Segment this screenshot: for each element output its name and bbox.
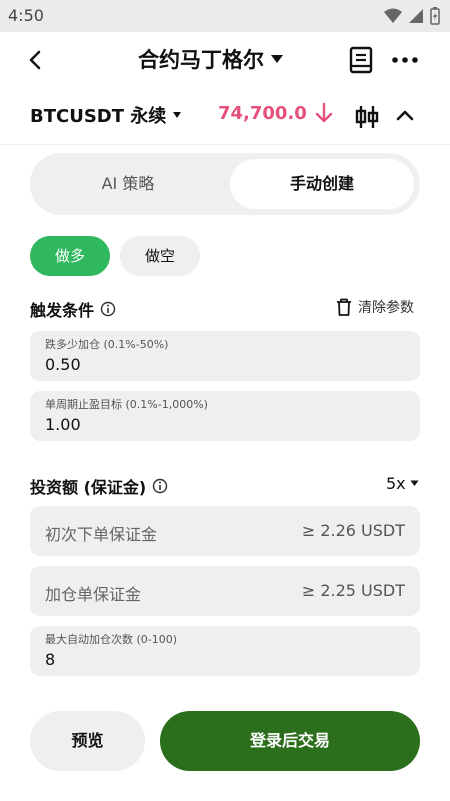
max-adds-label: 最大自动加仓次数 (0-100): [45, 633, 178, 646]
take-profit-value: 1.00: [45, 415, 81, 434]
initial-margin-field[interactable]: 初次下单保证金 ≥ 2.26 USDT: [30, 506, 420, 556]
back-button[interactable]: [22, 46, 50, 74]
preview-button[interactable]: 预览: [30, 711, 145, 771]
take-profit-label: 单周期止盈目标 (0.1%-1,000%): [45, 398, 208, 411]
drop-percent-field[interactable]: 跌多少加仓 (0.1%-50%) 0.50: [30, 331, 420, 381]
caret-down-icon: [173, 112, 182, 118]
status-icons: [384, 7, 440, 25]
strategy-selector[interactable]: 合约马丁格尔: [138, 44, 284, 74]
add-margin-field[interactable]: 加仓单保证金 ≥ 2.25 USDT: [30, 566, 420, 616]
investment-title: 投资额 (保证金): [30, 478, 147, 497]
price-value: 74,700.0: [218, 102, 307, 124]
collapse-button[interactable]: [394, 104, 416, 130]
chart-button[interactable]: [354, 104, 380, 134]
more-button[interactable]: [390, 46, 420, 78]
candlestick-icon: [355, 106, 379, 128]
divider: [0, 144, 450, 145]
status-bar: 4:50: [0, 0, 450, 32]
leverage-value: 5x: [386, 474, 406, 493]
mode-toggle: AI 策略 手动创建: [30, 153, 420, 215]
leverage-selector[interactable]: 5x: [386, 474, 419, 493]
header: 合约马丁格尔: [0, 32, 450, 88]
document-icon: [349, 46, 373, 74]
trash-icon: [337, 298, 351, 316]
info-icon[interactable]: [100, 301, 116, 317]
add-margin-hint: ≥ 2.25 USDT: [301, 581, 405, 600]
wifi-icon: [384, 8, 402, 23]
short-button[interactable]: 做空: [120, 236, 200, 276]
take-profit-field[interactable]: 单周期止盈目标 (0.1%-1,000%) 1.00: [30, 391, 420, 441]
tab-manual-create[interactable]: 手动创建: [230, 159, 414, 209]
arrow-down-icon: [315, 102, 333, 123]
pair-selector[interactable]: BTCUSDT 永续: [30, 102, 182, 128]
clear-params-label: 清除参数: [358, 300, 414, 316]
more-icon: [392, 57, 418, 63]
chevron-up-icon: [396, 110, 414, 121]
caret-down-icon: [410, 480, 419, 486]
max-adds-field[interactable]: 最大自动加仓次数 (0-100) 8: [30, 626, 420, 676]
price-display: 74,700.0: [218, 102, 333, 124]
trigger-section-title: 触发条件: [30, 297, 116, 321]
tab-ai-strategy[interactable]: AI 策略: [36, 159, 220, 209]
investment-section-title: 投资额 (保证金): [30, 474, 168, 498]
initial-margin-placeholder: 初次下单保证金: [45, 525, 158, 544]
drop-percent-value: 0.50: [45, 355, 81, 374]
battery-icon: [430, 7, 440, 25]
drop-percent-label: 跌多少加仓 (0.1%-50%): [45, 338, 169, 351]
page-title: 合约马丁格尔: [138, 48, 264, 72]
caret-down-icon: [271, 55, 283, 63]
document-button[interactable]: [348, 46, 374, 78]
clear-params-button[interactable]: 清除参数: [336, 297, 414, 317]
add-margin-placeholder: 加仓单保证金: [45, 585, 142, 604]
back-icon: [29, 50, 41, 70]
bottom-action-bar: 预览 登录后交易: [0, 696, 450, 801]
signal-icon: [409, 9, 423, 23]
max-adds-value: 8: [45, 650, 56, 669]
long-button[interactable]: 做多: [30, 236, 110, 276]
pair-row: BTCUSDT 永续 74,700.0: [0, 92, 450, 138]
login-trade-button[interactable]: 登录后交易: [160, 711, 420, 771]
pair-name: BTCUSDT 永续: [30, 106, 167, 127]
info-icon[interactable]: [152, 478, 168, 494]
initial-margin-hint: ≥ 2.26 USDT: [301, 521, 405, 540]
status-time: 4:50: [8, 6, 44, 25]
trigger-title: 触发条件: [30, 301, 95, 320]
